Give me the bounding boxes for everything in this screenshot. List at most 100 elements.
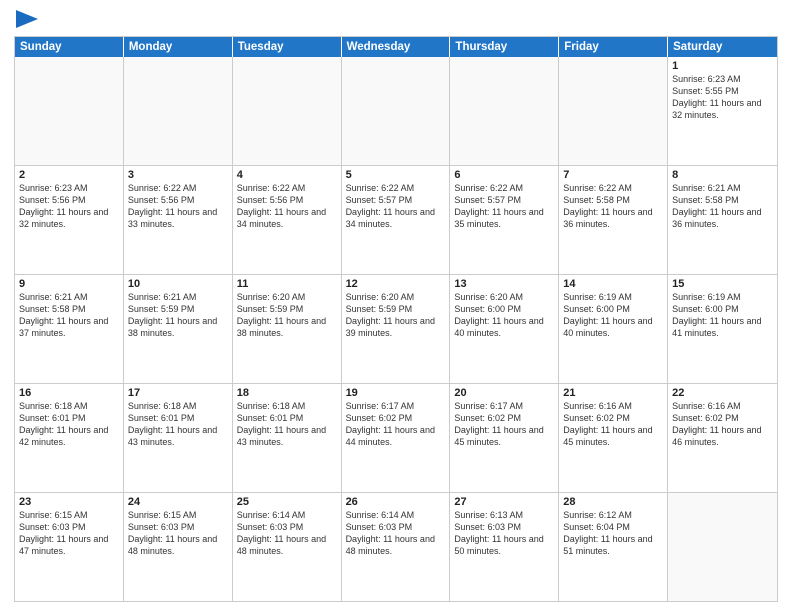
day-info: Sunrise: 6:20 AM Sunset: 5:59 PM Dayligh…	[237, 291, 337, 340]
day-number: 24	[128, 496, 228, 508]
day-info: Sunrise: 6:18 AM Sunset: 6:01 PM Dayligh…	[237, 400, 337, 449]
day-info: Sunrise: 6:15 AM Sunset: 6:03 PM Dayligh…	[19, 509, 119, 558]
calendar-cell: 22Sunrise: 6:16 AM Sunset: 6:02 PM Dayli…	[668, 384, 777, 492]
day-number: 25	[237, 496, 337, 508]
calendar-cell: 10Sunrise: 6:21 AM Sunset: 5:59 PM Dayli…	[124, 275, 233, 383]
day-info: Sunrise: 6:22 AM Sunset: 5:57 PM Dayligh…	[454, 182, 554, 231]
calendar-cell: 26Sunrise: 6:14 AM Sunset: 6:03 PM Dayli…	[342, 493, 451, 601]
calendar-cell	[233, 57, 342, 165]
day-info: Sunrise: 6:16 AM Sunset: 6:02 PM Dayligh…	[563, 400, 663, 449]
calendar-cell: 28Sunrise: 6:12 AM Sunset: 6:04 PM Dayli…	[559, 493, 668, 601]
day-number: 8	[672, 169, 773, 181]
day-info: Sunrise: 6:22 AM Sunset: 5:58 PM Dayligh…	[563, 182, 663, 231]
calendar-cell: 17Sunrise: 6:18 AM Sunset: 6:01 PM Dayli…	[124, 384, 233, 492]
day-info: Sunrise: 6:19 AM Sunset: 6:00 PM Dayligh…	[563, 291, 663, 340]
header-day: Saturday	[668, 37, 777, 57]
day-info: Sunrise: 6:23 AM Sunset: 5:56 PM Dayligh…	[19, 182, 119, 231]
calendar-cell: 3Sunrise: 6:22 AM Sunset: 5:56 PM Daylig…	[124, 166, 233, 274]
day-info: Sunrise: 6:12 AM Sunset: 6:04 PM Dayligh…	[563, 509, 663, 558]
calendar-cell	[342, 57, 451, 165]
calendar-cell: 13Sunrise: 6:20 AM Sunset: 6:00 PM Dayli…	[450, 275, 559, 383]
day-info: Sunrise: 6:21 AM Sunset: 5:58 PM Dayligh…	[19, 291, 119, 340]
day-number: 18	[237, 387, 337, 399]
day-number: 23	[19, 496, 119, 508]
calendar-cell: 5Sunrise: 6:22 AM Sunset: 5:57 PM Daylig…	[342, 166, 451, 274]
calendar-week: 2Sunrise: 6:23 AM Sunset: 5:56 PM Daylig…	[15, 166, 777, 275]
calendar-cell: 9Sunrise: 6:21 AM Sunset: 5:58 PM Daylig…	[15, 275, 124, 383]
day-number: 13	[454, 278, 554, 290]
day-info: Sunrise: 6:22 AM Sunset: 5:57 PM Dayligh…	[346, 182, 446, 231]
day-number: 6	[454, 169, 554, 181]
calendar-cell: 19Sunrise: 6:17 AM Sunset: 6:02 PM Dayli…	[342, 384, 451, 492]
calendar-cell: 18Sunrise: 6:18 AM Sunset: 6:01 PM Dayli…	[233, 384, 342, 492]
day-info: Sunrise: 6:17 AM Sunset: 6:02 PM Dayligh…	[454, 400, 554, 449]
day-number: 22	[672, 387, 773, 399]
logo-icon	[16, 10, 38, 28]
calendar-week: 16Sunrise: 6:18 AM Sunset: 6:01 PM Dayli…	[15, 384, 777, 493]
calendar-cell	[124, 57, 233, 165]
day-info: Sunrise: 6:15 AM Sunset: 6:03 PM Dayligh…	[128, 509, 228, 558]
calendar: SundayMondayTuesdayWednesdayThursdayFrid…	[14, 36, 778, 602]
header-day: Thursday	[450, 37, 559, 57]
day-info: Sunrise: 6:14 AM Sunset: 6:03 PM Dayligh…	[237, 509, 337, 558]
day-number: 7	[563, 169, 663, 181]
day-info: Sunrise: 6:21 AM Sunset: 5:59 PM Dayligh…	[128, 291, 228, 340]
calendar-cell: 14Sunrise: 6:19 AM Sunset: 6:00 PM Dayli…	[559, 275, 668, 383]
calendar-week: 23Sunrise: 6:15 AM Sunset: 6:03 PM Dayli…	[15, 493, 777, 601]
calendar-cell	[668, 493, 777, 601]
calendar-cell: 6Sunrise: 6:22 AM Sunset: 5:57 PM Daylig…	[450, 166, 559, 274]
calendar-cell: 1Sunrise: 6:23 AM Sunset: 5:55 PM Daylig…	[668, 57, 777, 165]
day-number: 4	[237, 169, 337, 181]
day-info: Sunrise: 6:21 AM Sunset: 5:58 PM Dayligh…	[672, 182, 773, 231]
day-number: 17	[128, 387, 228, 399]
day-info: Sunrise: 6:18 AM Sunset: 6:01 PM Dayligh…	[128, 400, 228, 449]
header-day: Wednesday	[342, 37, 451, 57]
calendar-week: 1Sunrise: 6:23 AM Sunset: 5:55 PM Daylig…	[15, 57, 777, 166]
day-number: 16	[19, 387, 119, 399]
calendar-body: 1Sunrise: 6:23 AM Sunset: 5:55 PM Daylig…	[15, 57, 777, 601]
day-number: 27	[454, 496, 554, 508]
header-day: Tuesday	[233, 37, 342, 57]
calendar-cell: 15Sunrise: 6:19 AM Sunset: 6:00 PM Dayli…	[668, 275, 777, 383]
calendar-cell: 16Sunrise: 6:18 AM Sunset: 6:01 PM Dayli…	[15, 384, 124, 492]
calendar-cell: 27Sunrise: 6:13 AM Sunset: 6:03 PM Dayli…	[450, 493, 559, 601]
header-day: Monday	[124, 37, 233, 57]
calendar-cell: 4Sunrise: 6:22 AM Sunset: 5:56 PM Daylig…	[233, 166, 342, 274]
day-number: 19	[346, 387, 446, 399]
day-number: 3	[128, 169, 228, 181]
day-info: Sunrise: 6:16 AM Sunset: 6:02 PM Dayligh…	[672, 400, 773, 449]
day-number: 26	[346, 496, 446, 508]
day-info: Sunrise: 6:22 AM Sunset: 5:56 PM Dayligh…	[237, 182, 337, 231]
calendar-header: SundayMondayTuesdayWednesdayThursdayFrid…	[15, 37, 777, 57]
calendar-week: 9Sunrise: 6:21 AM Sunset: 5:58 PM Daylig…	[15, 275, 777, 384]
header-day: Friday	[559, 37, 668, 57]
day-info: Sunrise: 6:23 AM Sunset: 5:55 PM Dayligh…	[672, 73, 773, 122]
calendar-cell: 12Sunrise: 6:20 AM Sunset: 5:59 PM Dayli…	[342, 275, 451, 383]
day-info: Sunrise: 6:22 AM Sunset: 5:56 PM Dayligh…	[128, 182, 228, 231]
header-day: Sunday	[15, 37, 124, 57]
calendar-cell: 20Sunrise: 6:17 AM Sunset: 6:02 PM Dayli…	[450, 384, 559, 492]
day-info: Sunrise: 6:13 AM Sunset: 6:03 PM Dayligh…	[454, 509, 554, 558]
day-info: Sunrise: 6:20 AM Sunset: 5:59 PM Dayligh…	[346, 291, 446, 340]
day-number: 2	[19, 169, 119, 181]
day-number: 15	[672, 278, 773, 290]
calendar-cell: 25Sunrise: 6:14 AM Sunset: 6:03 PM Dayli…	[233, 493, 342, 601]
day-number: 14	[563, 278, 663, 290]
day-number: 5	[346, 169, 446, 181]
page: SundayMondayTuesdayWednesdayThursdayFrid…	[0, 0, 792, 612]
calendar-cell: 21Sunrise: 6:16 AM Sunset: 6:02 PM Dayli…	[559, 384, 668, 492]
day-info: Sunrise: 6:20 AM Sunset: 6:00 PM Dayligh…	[454, 291, 554, 340]
day-number: 12	[346, 278, 446, 290]
day-info: Sunrise: 6:18 AM Sunset: 6:01 PM Dayligh…	[19, 400, 119, 449]
day-number: 20	[454, 387, 554, 399]
calendar-cell	[559, 57, 668, 165]
day-info: Sunrise: 6:17 AM Sunset: 6:02 PM Dayligh…	[346, 400, 446, 449]
calendar-cell: 7Sunrise: 6:22 AM Sunset: 5:58 PM Daylig…	[559, 166, 668, 274]
day-info: Sunrise: 6:19 AM Sunset: 6:00 PM Dayligh…	[672, 291, 773, 340]
logo	[14, 10, 38, 28]
day-info: Sunrise: 6:14 AM Sunset: 6:03 PM Dayligh…	[346, 509, 446, 558]
day-number: 21	[563, 387, 663, 399]
calendar-cell: 2Sunrise: 6:23 AM Sunset: 5:56 PM Daylig…	[15, 166, 124, 274]
day-number: 10	[128, 278, 228, 290]
calendar-cell	[15, 57, 124, 165]
